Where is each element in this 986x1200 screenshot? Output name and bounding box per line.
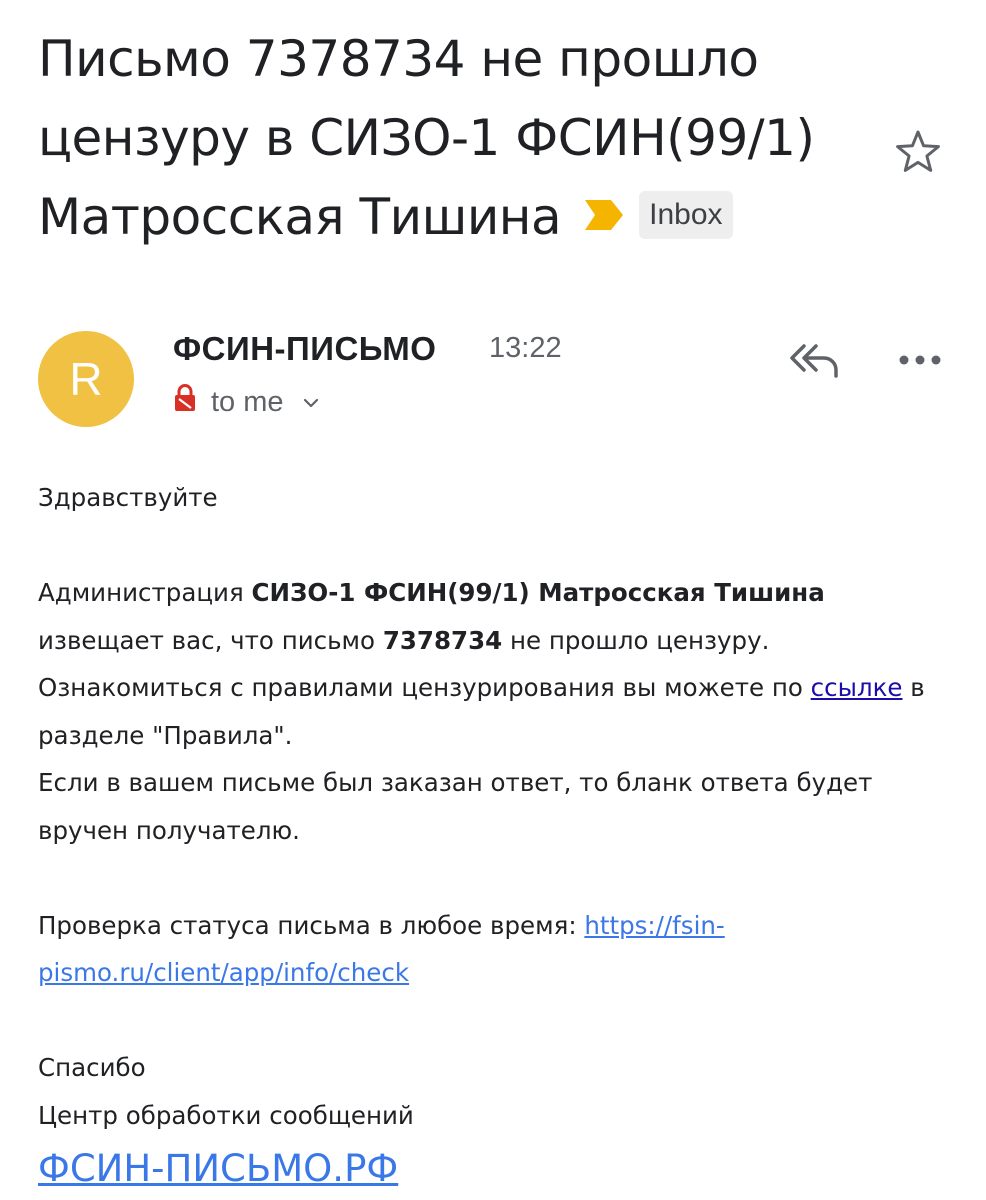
email-subject: Письмо 7378734 не прошло цензуру в СИЗО-… (38, 20, 878, 257)
avatar[interactable]: R (38, 331, 134, 427)
chevron-down-icon[interactable] (301, 393, 321, 413)
letter-number: 7378734 (382, 625, 503, 655)
greeting: Здравствуйте (38, 483, 218, 512)
reply-all-icon[interactable] (788, 340, 842, 380)
reply-notice: Если в вашем письме был заказан ответ, т… (38, 768, 873, 845)
sender-name: ФСИН-ПИСЬМО (173, 330, 437, 367)
notice-text-2: извещает вас, что письмо (38, 625, 383, 655)
star-icon[interactable] (894, 128, 942, 176)
lock-icon (175, 384, 195, 411)
email-body: Здравствуйте Администрация СИЗО-1 ФСИН(9… (38, 474, 948, 1197)
subject-line-1: Письмо 7378734 не прошло (38, 30, 759, 88)
notice-paragraph: Администрация СИЗО-1 ФСИН(99/1) Матросск… (38, 569, 948, 759)
status-paragraph: Проверка статуса письма в любое время: h… (38, 902, 948, 997)
notice-text-1: Администрация (38, 578, 252, 607)
subject-line-2: цензуру в СИЗО-1 ФСИН(99/1) (38, 109, 815, 167)
status-text: Проверка статуса письма в любое время: (38, 910, 585, 940)
subject-line-3: Матросская Тишина (38, 188, 562, 246)
signature-center: Центр обработки сообщений (38, 1100, 414, 1130)
subject-line-3-row: Матросская Тишина Inbox (38, 178, 878, 257)
site-link[interactable]: ФСИН-ПИСЬМО.РФ (38, 1141, 398, 1197)
recipient-details[interactable]: to me (211, 386, 284, 419)
thanks-text: Спасибо (38, 1053, 146, 1082)
facility-name: СИЗО-1 ФСИН(99/1) Матросская Тишина (251, 578, 825, 607)
rules-link[interactable]: ссылке (811, 673, 903, 702)
importance-marker-icon[interactable] (583, 198, 625, 232)
email-time: 13:22 (489, 332, 562, 364)
more-icon[interactable] (898, 352, 942, 368)
inbox-label[interactable]: Inbox (639, 190, 733, 239)
